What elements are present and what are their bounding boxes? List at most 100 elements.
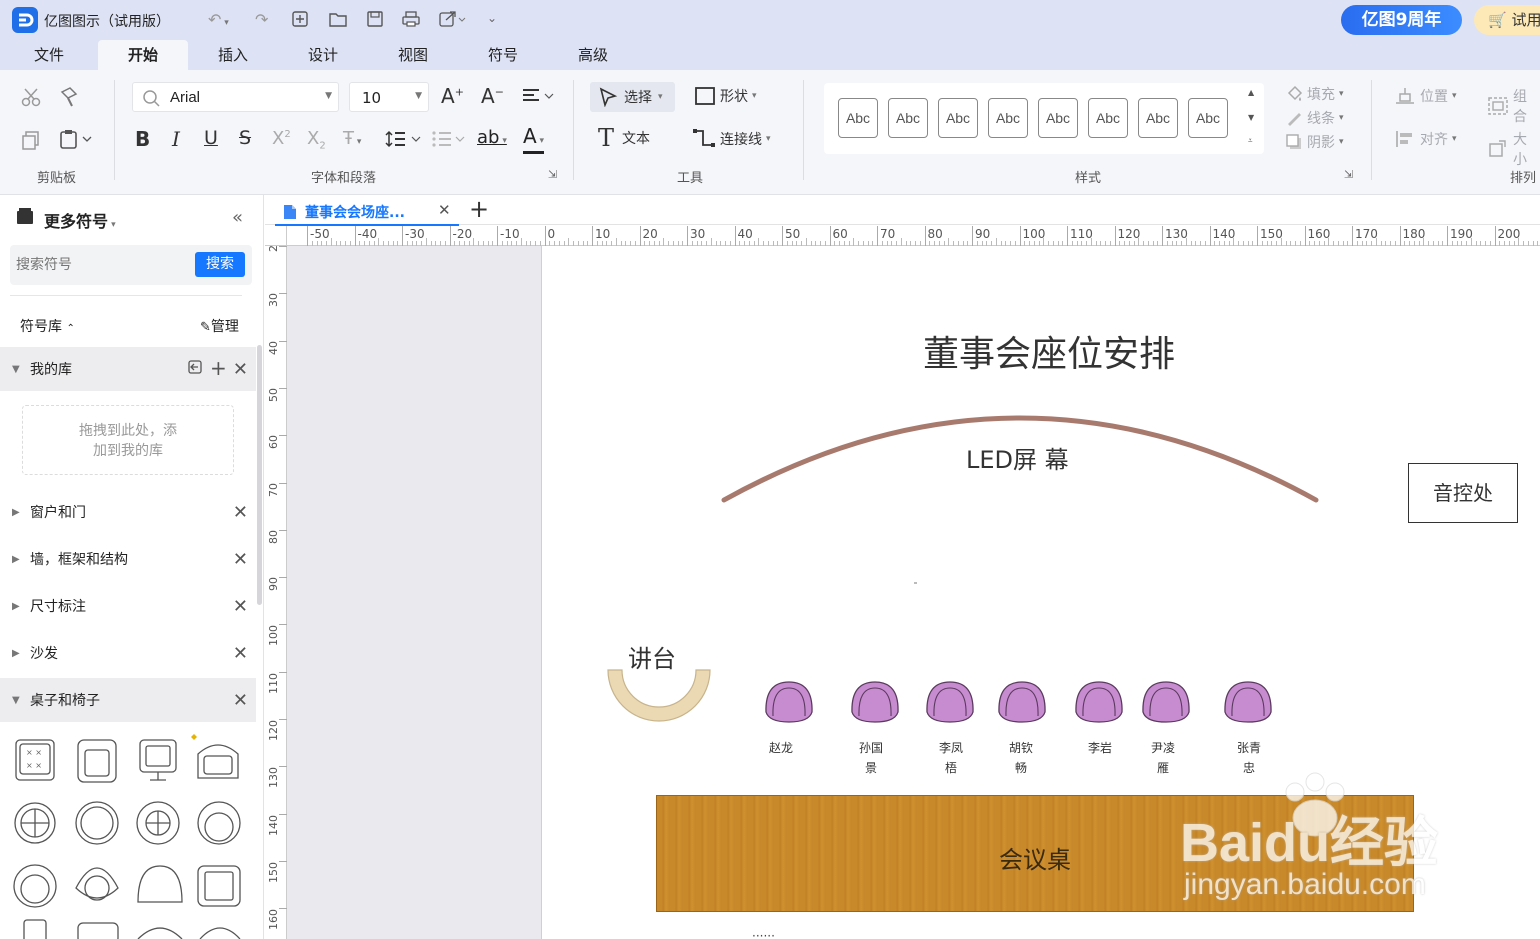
style-sample[interactable]: Abc [888, 98, 928, 138]
add-icon[interactable]: + [210, 356, 227, 380]
diagram-title[interactable]: 董事会座位安排 [923, 325, 1175, 377]
underline-icon[interactable]: U [204, 127, 218, 149]
bullet-list-icon[interactable] [431, 129, 467, 149]
shape-tool-button[interactable]: 形状 ▾ [694, 86, 757, 106]
tab-home[interactable]: 开始 [98, 40, 188, 70]
import-icon[interactable] [187, 359, 203, 375]
expand-dialog-icon[interactable]: ⇲ [548, 168, 557, 181]
customize-toolbar-icon[interactable]: ⌄ [487, 11, 497, 25]
font-size-select[interactable]: 10 ▼ [349, 82, 429, 112]
group-button[interactable]: 组合 [1487, 86, 1540, 126]
copy-icon[interactable] [20, 129, 42, 151]
bold-icon[interactable]: B [135, 127, 150, 151]
podium-shape[interactable] [606, 668, 712, 722]
style-sample[interactable]: Abc [1188, 98, 1228, 138]
export-icon[interactable] [438, 10, 466, 28]
symbol-chair[interactable] [77, 739, 117, 783]
symbol-round-chair[interactable] [14, 802, 56, 844]
library-walls[interactable]: ▶ 墙，框架和结构 ✕ [0, 537, 256, 581]
symbol-armchair[interactable] [137, 865, 183, 903]
my-library-header[interactable]: ▼ 我的库 + ✕ [0, 347, 256, 391]
close-icon[interactable]: ✕ [233, 596, 248, 617]
paste-icon[interactable] [58, 128, 94, 150]
style-sample[interactable]: Abc [1088, 98, 1128, 138]
symbol-chair[interactable] [23, 919, 47, 939]
tab-advanced[interactable]: 高级 [558, 40, 628, 70]
close-icon[interactable]: ✕ [233, 502, 248, 523]
tab-file[interactable]: 文件 [14, 40, 84, 70]
led-screen-label[interactable]: LED屏 幕 [966, 440, 1069, 475]
expand-dialog-icon[interactable]: ⇲ [1344, 168, 1353, 181]
font-color-icon[interactable]: A ▾ [523, 126, 545, 154]
subscript-icon[interactable]: X2 [307, 128, 326, 152]
collapse-sidebar-icon[interactable]: « [232, 207, 243, 228]
style-sample[interactable]: Abc [988, 98, 1028, 138]
document-tab[interactable]: 董事会会场座... ✕ [275, 196, 459, 226]
italic-icon[interactable]: I [172, 127, 180, 151]
symbol-round-chair[interactable] [197, 801, 241, 845]
shadow-button[interactable]: 阴影 ▾ [1285, 132, 1344, 152]
strikethrough-icon[interactable]: S [239, 127, 251, 149]
trial-button[interactable]: 🛒 试用 [1474, 5, 1540, 35]
select-tool-button[interactable]: 选择 ▾ [590, 82, 675, 112]
text-tool-button[interactable]: T 文本 [598, 126, 650, 150]
symbol-armchair[interactable] [75, 867, 119, 901]
library-dimensions[interactable]: ▶ 尺寸标注 ✕ [0, 584, 256, 628]
tab-insert[interactable]: 插入 [198, 40, 268, 70]
new-page-icon[interactable] [291, 10, 309, 28]
manage-library-button[interactable]: ✎管理 [200, 316, 239, 336]
text-case-icon[interactable]: Ŧ ▾ [343, 128, 361, 149]
position-button[interactable]: 位置 ▾ [1394, 86, 1457, 106]
tab-view[interactable]: 视图 [378, 40, 448, 70]
symbol-chair[interactable] [137, 927, 183, 939]
sidebar-title[interactable]: 更多符号 ▾ [44, 208, 116, 232]
open-folder-icon[interactable] [328, 10, 348, 28]
align-icon[interactable] [521, 86, 555, 106]
size-button[interactable]: 大小 [1487, 129, 1540, 169]
symbol-armchair[interactable] [13, 864, 57, 908]
chair-icon[interactable] [765, 681, 813, 723]
sidebar-scrollbar[interactable] [257, 345, 262, 605]
sound-control-box[interactable]: 音控处 [1408, 463, 1518, 523]
symbol-chair[interactable] [197, 744, 239, 779]
library-tables-chairs[interactable]: ▼ 桌子和椅子 ✕ [0, 678, 256, 722]
increase-font-icon[interactable]: A+ [441, 84, 464, 108]
symbol-armchair[interactable] [197, 865, 241, 907]
seat-name[interactable]: 赵龙 [766, 738, 796, 758]
chair-icon[interactable] [851, 681, 899, 723]
line-spacing-icon[interactable] [385, 129, 423, 149]
symbol-chair[interactable]: × × × × [15, 739, 55, 781]
anniversary-badge[interactable]: 亿图9周年 [1341, 5, 1462, 35]
seat-name[interactable]: 李凤梧 [936, 738, 966, 778]
highlight-icon[interactable]: ab ▾ [477, 127, 507, 148]
seat-name[interactable]: 尹凌雁 [1148, 738, 1178, 778]
symbol-chair[interactable] [199, 927, 241, 939]
redo-icon[interactable]: ↷ [255, 10, 268, 29]
chair-icon[interactable] [1075, 681, 1123, 723]
new-tab-button[interactable]: + [469, 195, 489, 223]
style-sample[interactable]: Abc [1038, 98, 1078, 138]
symbol-library-toggle[interactable]: 符号库 ⌃ [20, 316, 75, 336]
save-icon[interactable] [366, 10, 384, 28]
symbol-chair[interactable] [139, 739, 177, 781]
style-sample[interactable]: Abc [838, 98, 878, 138]
line-button[interactable]: 线条 ▾ [1285, 108, 1344, 128]
tab-symbols[interactable]: 符号 [468, 40, 538, 70]
seat-name[interactable]: 胡钦畅 [1006, 738, 1036, 778]
undo-icon[interactable]: ↶ ▾ [208, 10, 229, 29]
format-painter-icon[interactable] [58, 86, 80, 108]
gallery-scroll-down-icon[interactable]: ▼ [1248, 113, 1254, 122]
fill-button[interactable]: 填充 ▾ [1285, 84, 1344, 104]
gallery-expand-icon[interactable]: ⩡ [1248, 136, 1253, 146]
chair-icon[interactable] [926, 681, 974, 723]
symbol-chair[interactable] [77, 922, 119, 939]
symbol-search-input[interactable] [16, 253, 186, 277]
close-tab-icon[interactable]: ✕ [438, 201, 451, 219]
chair-icon[interactable] [1224, 681, 1272, 723]
close-icon[interactable]: ✕ [233, 690, 248, 711]
symbol-round-chair[interactable] [136, 801, 180, 845]
close-icon[interactable]: ✕ [233, 549, 248, 570]
seat-name[interactable]: 李岩 [1085, 738, 1115, 758]
decrease-font-icon[interactable]: A− [481, 84, 504, 108]
symbol-round-chair[interactable] [75, 801, 119, 845]
